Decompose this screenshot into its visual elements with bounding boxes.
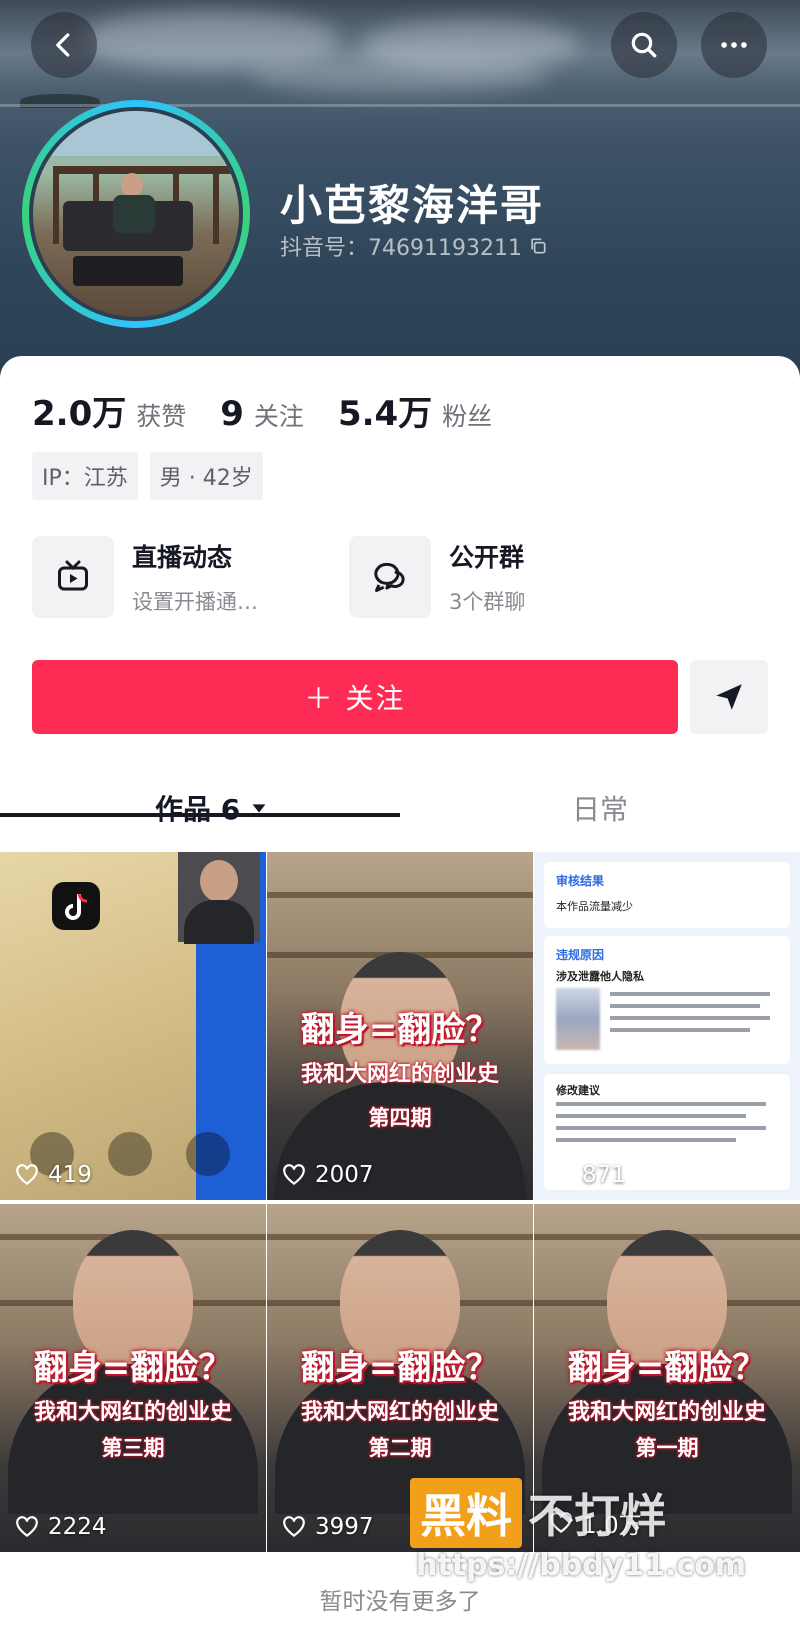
- video-episode: 第一期: [635, 1436, 699, 1460]
- profile-tags: IP：江苏 男 · 42岁: [32, 452, 263, 500]
- stat-value: 9: [220, 394, 244, 434]
- likes-count: 2007: [315, 1162, 374, 1188]
- video-overlay-title: 翻身=翻脸？: [300, 1348, 500, 1388]
- doc-title: 审核结果: [556, 874, 605, 888]
- stat-value: 2.0万: [32, 394, 127, 434]
- profile-page: 小芭黎海洋哥 抖音号：74691193211 2.0万 获赞 9 关注 5.4万…: [0, 0, 800, 1635]
- tag-ip: IP：江苏: [32, 452, 138, 500]
- stat-label: 关注: [253, 402, 304, 431]
- video-overlay-subtitle: 我和大网红的创业史: [300, 1400, 499, 1425]
- likes-count: 419: [48, 1162, 92, 1188]
- video-overlay-title: 翻身=翻脸？: [33, 1348, 233, 1388]
- video-item[interactable]: 翻身=翻脸？ 我和大网红的创业史 第四期 2007: [267, 852, 533, 1200]
- video-item[interactable]: 419: [0, 852, 266, 1200]
- content-tabs: 作品 6 日常: [0, 776, 800, 840]
- tab-works[interactable]: 作品 6: [155, 776, 270, 840]
- share-button[interactable]: [690, 660, 768, 734]
- watermark: 黑料 不打烊: [410, 1478, 666, 1548]
- doc-line: 本作品流量减少: [556, 900, 633, 913]
- chevron-left-icon: [56, 33, 70, 57]
- speaker-icon: [108, 1132, 152, 1176]
- heart-icon: [283, 1516, 305, 1538]
- camera-icon: [186, 1132, 230, 1176]
- stat-label: 获赞: [136, 402, 187, 431]
- send-icon: [716, 684, 742, 710]
- likes-count: 871: [582, 1162, 626, 1188]
- heart-icon: [16, 1164, 38, 1186]
- nickname: 小芭黎海洋哥: [280, 181, 545, 230]
- video-overlay-title: 翻身=翻脸？: [300, 1010, 500, 1050]
- heart-icon: [550, 1164, 572, 1186]
- doc-item: 涉及泄露他人隐私: [556, 970, 644, 983]
- video-item[interactable]: 翻身=翻脸？ 我和大网红的创业史 第三期 2224: [0, 1204, 266, 1552]
- tiktok-logo-icon: [52, 882, 100, 930]
- video-likes: 871: [548, 1162, 626, 1188]
- watermark-badge: 黑料: [410, 1478, 522, 1548]
- group-chat-icon: [374, 562, 405, 592]
- avatar[interactable]: [22, 100, 250, 328]
- tab-daily[interactable]: 日常: [572, 776, 628, 840]
- video-episode: 第二期: [368, 1436, 432, 1460]
- video-likes: 2224: [14, 1514, 107, 1540]
- doc-section-2: 修改建议: [556, 1084, 600, 1097]
- heart-icon: [283, 1164, 305, 1186]
- live-entry[interactable]: 直播动态 设置开播通…: [32, 536, 258, 618]
- video-overlay-subtitle: 我和大网红的创业史: [300, 1062, 499, 1087]
- more-button[interactable]: [701, 12, 767, 78]
- stat-value: 5.4万: [337, 394, 433, 434]
- stats-row: 2.0万 获赞 9 关注 5.4万 粉丝: [32, 386, 492, 435]
- copy-icon[interactable]: [528, 236, 548, 256]
- group-entry[interactable]: 公开群 3个群聊: [349, 536, 525, 618]
- search-button[interactable]: [611, 12, 677, 78]
- video-likes: 419: [14, 1162, 92, 1188]
- watermark-url: https://bbdy11.com: [416, 1548, 747, 1583]
- tv-icon: [58, 560, 88, 591]
- group-entry-title: 公开群: [449, 543, 525, 572]
- video-likes: 2007: [281, 1162, 374, 1188]
- video-overlay-subtitle: 我和大网红的创业史: [33, 1400, 232, 1425]
- follow-button[interactable]: ＋ 关注: [32, 660, 678, 734]
- stat-following[interactable]: 9 关注: [220, 394, 304, 434]
- watermark-text: 不打烊: [528, 1489, 666, 1543]
- live-entry-title: 直播动态: [132, 543, 233, 572]
- likes-count: 2224: [48, 1514, 107, 1540]
- video-episode: 第四期: [368, 1106, 432, 1130]
- heart-icon: [16, 1516, 38, 1538]
- doc-section: 违规原因: [556, 948, 605, 962]
- tab-works-label: 作品 6: [155, 793, 241, 826]
- video-item[interactable]: 审核结果 本作品流量减少 违规原因 涉及泄露他人隐私 修改建议 871: [534, 852, 800, 1200]
- search-icon: [631, 32, 657, 58]
- stat-likes[interactable]: 2.0万 获赞: [32, 386, 186, 435]
- live-entry-subtitle: 设置开播通…: [132, 590, 258, 614]
- group-entry-subtitle: 3个群聊: [449, 590, 526, 614]
- video-overlay-title: 翻身=翻脸？: [567, 1348, 767, 1388]
- video-likes: 3997: [281, 1514, 374, 1540]
- tag-gender-age: 男 · 42岁: [149, 452, 263, 500]
- stat-label: 粉丝: [442, 402, 493, 431]
- stat-followers[interactable]: 5.4万 粉丝: [338, 386, 492, 435]
- back-button[interactable]: [31, 12, 97, 78]
- likes-count: 3997: [315, 1514, 374, 1540]
- more-dots-icon: [721, 42, 747, 48]
- no-more-text: 暂时没有更多了: [319, 1589, 481, 1615]
- video-overlay-subtitle: 我和大网红的创业史: [567, 1400, 766, 1425]
- tab-indicator: [0, 813, 400, 817]
- douyin-id[interactable]: 抖音号：74691193211: [280, 230, 548, 262]
- video-episode: 第三期: [101, 1436, 165, 1460]
- douyin-id-text: 抖音号：74691193211: [280, 236, 522, 261]
